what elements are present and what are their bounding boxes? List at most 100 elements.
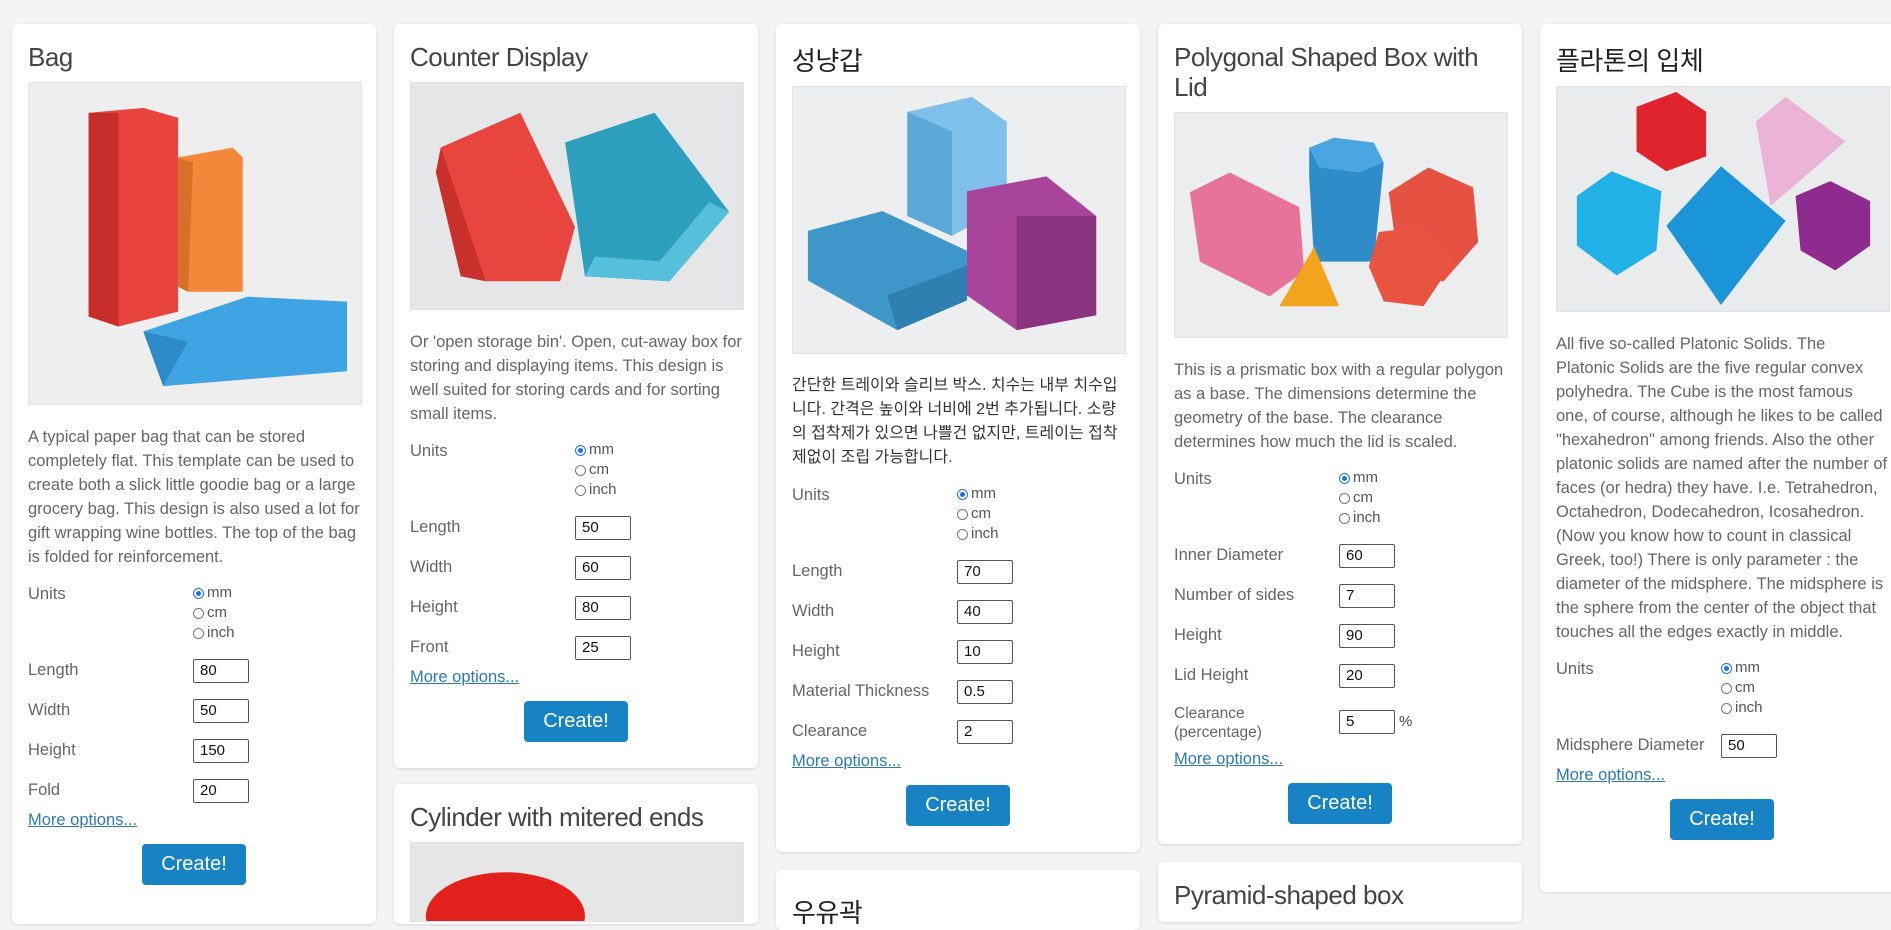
create-button[interactable]: Create! bbox=[524, 701, 628, 742]
card-bag: Bag A typical paper bag that can be stor… bbox=[12, 24, 376, 924]
polygonal-box-photo[interactable] bbox=[1174, 112, 1508, 338]
create-button[interactable]: Create! bbox=[906, 785, 1010, 826]
radio-inch[interactable] bbox=[1721, 702, 1732, 714]
front-input[interactable]: 25 bbox=[575, 636, 631, 660]
card-matchbox: 성냥갑 간단한 트레이와 슬리브 박스. 치수는 내부 치수입니다. 간격은 높… bbox=[776, 24, 1140, 852]
radio-cm[interactable] bbox=[1339, 492, 1350, 504]
radio-inch[interactable] bbox=[957, 528, 968, 540]
height-input[interactable]: 80 bbox=[575, 596, 631, 620]
unit-mm-option[interactable]: mm bbox=[575, 440, 617, 460]
cylinder-photo[interactable] bbox=[410, 842, 744, 922]
unit-mm-option[interactable]: mm bbox=[193, 583, 235, 603]
radio-inch[interactable] bbox=[1339, 512, 1350, 524]
units-label: Units bbox=[410, 442, 448, 460]
create-button[interactable]: Create! bbox=[1670, 799, 1774, 840]
unit-inch-option[interactable]: inch bbox=[193, 623, 235, 643]
width-input[interactable]: 40 bbox=[957, 600, 1013, 624]
create-button[interactable]: Create! bbox=[142, 844, 246, 885]
units-row: Units mm cm inch bbox=[792, 484, 1124, 544]
height-input[interactable]: 150 bbox=[193, 739, 249, 763]
radio-cm[interactable] bbox=[575, 464, 586, 476]
radio-cm[interactable] bbox=[193, 607, 204, 619]
length-input[interactable]: 50 bbox=[575, 516, 631, 540]
card-title: Cylinder with mitered ends bbox=[410, 802, 704, 832]
length-input[interactable]: 80 bbox=[193, 659, 249, 683]
matchbox-photo[interactable] bbox=[792, 86, 1126, 354]
units-radio-group: mm cm inch bbox=[957, 484, 999, 544]
height-input[interactable]: 10 bbox=[957, 640, 1013, 664]
field-row: Midsphere Diameter 50 bbox=[1556, 734, 1888, 758]
radio-mm[interactable] bbox=[1339, 472, 1350, 484]
midsphere-diameter-input[interactable]: 50 bbox=[1721, 734, 1777, 758]
unit-mm-option[interactable]: mm bbox=[957, 484, 999, 504]
width-input[interactable]: 50 bbox=[193, 699, 249, 723]
card-description: This is a prismatic box with a regular p… bbox=[1174, 361, 1504, 451]
field-row: Width 40 bbox=[792, 600, 1124, 624]
unit-inch-option[interactable]: inch bbox=[1721, 698, 1763, 718]
height-input[interactable]: 90 bbox=[1339, 624, 1395, 648]
radio-mm[interactable] bbox=[1721, 662, 1732, 674]
clearance-input[interactable]: 2 bbox=[957, 720, 1013, 744]
unit-cm-option[interactable]: cm bbox=[575, 460, 617, 480]
units-row: Units mm cm inch bbox=[1556, 658, 1888, 718]
more-options-link[interactable]: More options... bbox=[1174, 750, 1506, 769]
unit-cm-option[interactable]: cm bbox=[1721, 678, 1763, 698]
units-row: Units mm cm inch bbox=[1174, 468, 1506, 528]
units-radio-group: mm cm inch bbox=[193, 583, 235, 643]
platonic-solids-photo[interactable] bbox=[1556, 86, 1890, 312]
more-options-link[interactable]: More options... bbox=[28, 811, 360, 830]
field-label: Length bbox=[792, 562, 843, 580]
field-label: Width bbox=[410, 558, 453, 576]
radio-mm[interactable] bbox=[575, 444, 586, 456]
unit-cm-option[interactable]: cm bbox=[1339, 488, 1381, 508]
lid-height-input[interactable]: 20 bbox=[1339, 664, 1395, 688]
radio-mm[interactable] bbox=[957, 488, 968, 500]
field-label: Height bbox=[792, 642, 840, 660]
radio-cm[interactable] bbox=[1721, 682, 1732, 694]
radio-inch[interactable] bbox=[193, 627, 204, 639]
more-options-link[interactable]: More options... bbox=[792, 752, 1124, 771]
length-input[interactable]: 70 bbox=[957, 560, 1013, 584]
unit-cm-option[interactable]: cm bbox=[193, 603, 235, 623]
field-label: Clearance bbox=[792, 722, 868, 740]
more-options-link[interactable]: More options... bbox=[410, 668, 742, 687]
unit-inch-option[interactable]: inch bbox=[575, 480, 617, 500]
field-row: Height 90 bbox=[1174, 624, 1506, 648]
material-thickness-input[interactable]: 0.5 bbox=[957, 680, 1013, 704]
unit-mm-option[interactable]: mm bbox=[1721, 658, 1763, 678]
field-row: Height 150 bbox=[28, 739, 360, 763]
fold-input[interactable]: 20 bbox=[193, 779, 249, 803]
field-row: Width 60 bbox=[410, 556, 742, 580]
unit-inch-option[interactable]: inch bbox=[957, 524, 999, 544]
bag-photo[interactable] bbox=[28, 82, 362, 405]
inner-diameter-input[interactable]: 60 bbox=[1339, 544, 1395, 568]
field-row: Front 25 bbox=[410, 636, 742, 660]
radio-mm[interactable] bbox=[193, 587, 204, 599]
counter-display-photo[interactable] bbox=[410, 82, 744, 310]
units-row: Units mm cm inch bbox=[410, 440, 742, 500]
units-radio-group: mm cm inch bbox=[1721, 658, 1763, 718]
unit-mm-option[interactable]: mm bbox=[1339, 468, 1381, 488]
unit-inch-option[interactable]: inch bbox=[1339, 508, 1381, 528]
field-row: Number of sides 7 bbox=[1174, 584, 1506, 608]
card-description: 간단한 트레이와 슬리브 박스. 치수는 내부 치수입니다. 간격은 높이와 너… bbox=[792, 377, 1118, 466]
card-pyramid-box: Pyramid-shaped box bbox=[1158, 862, 1522, 922]
field-label: Height bbox=[410, 598, 458, 616]
clearance-percentage-input[interactable]: 5 bbox=[1339, 710, 1395, 734]
field-label: Lid Height bbox=[1174, 666, 1249, 684]
card-description: A typical paper bag that can be stored c… bbox=[28, 428, 360, 566]
field-row: Length 80 bbox=[28, 659, 360, 683]
radio-cm[interactable] bbox=[957, 508, 968, 520]
card-title: 우유곽 bbox=[792, 898, 863, 928]
units-radio-group: mm cm inch bbox=[1339, 468, 1381, 528]
card-description: Or 'open storage bin'. Open, cut-away bo… bbox=[410, 333, 742, 423]
radio-inch[interactable] bbox=[575, 484, 586, 496]
more-options-link[interactable]: More options... bbox=[1556, 766, 1888, 785]
field-row: Inner Diameter 60 bbox=[1174, 544, 1506, 568]
unit-cm-option[interactable]: cm bbox=[957, 504, 999, 524]
field-label: Clearance (percentage) bbox=[1174, 705, 1262, 741]
field-row: Width 50 bbox=[28, 699, 360, 723]
width-input[interactable]: 60 bbox=[575, 556, 631, 580]
create-button[interactable]: Create! bbox=[1288, 783, 1392, 824]
number-of-sides-input[interactable]: 7 bbox=[1339, 584, 1395, 608]
